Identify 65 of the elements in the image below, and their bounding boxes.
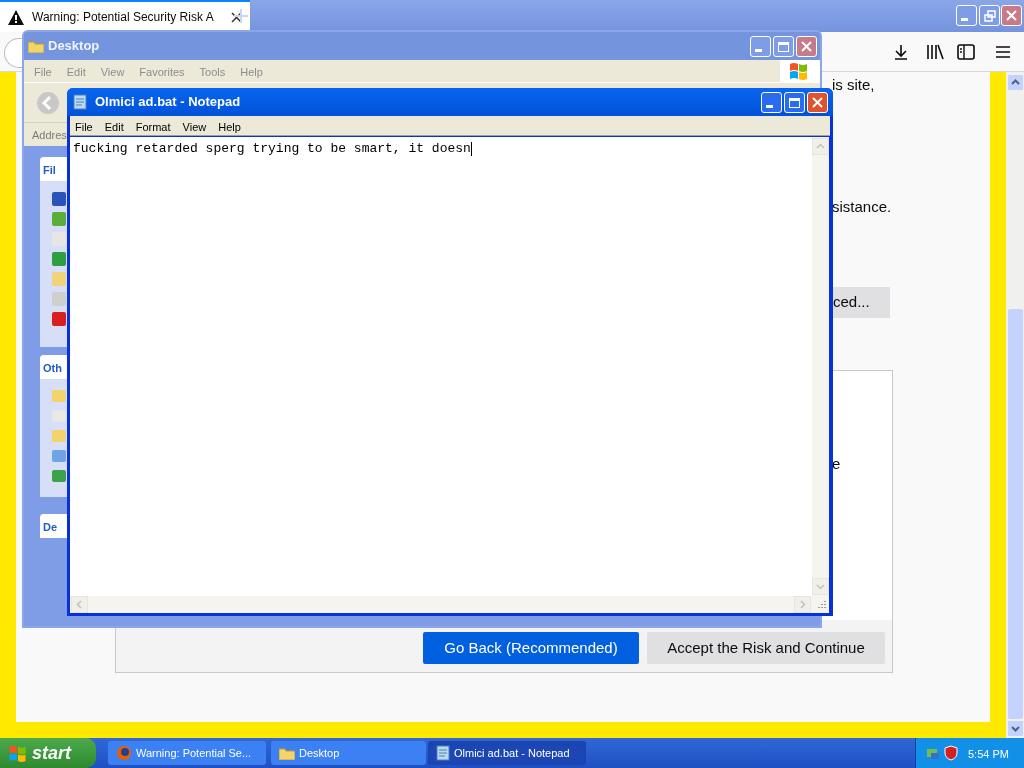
menu-item[interactable]: View <box>182 119 207 136</box>
scroll-up-icon[interactable] <box>1007 75 1023 90</box>
close-icon[interactable] <box>231 11 242 23</box>
page-button[interactable]: Go Back (Recommended) <box>423 632 639 664</box>
task-icon[interactable] <box>52 212 66 226</box>
flag-icon <box>8 744 28 762</box>
sidebar-icon[interactable] <box>957 44 975 60</box>
warning-icon <box>8 9 24 25</box>
menu-item[interactable]: Edit <box>104 119 124 136</box>
place-icon[interactable] <box>52 450 66 462</box>
library-icon[interactable] <box>926 44 944 60</box>
maximize-button[interactable] <box>773 36 794 57</box>
maximize-button[interactable] <box>784 92 805 113</box>
notepad-icon <box>73 94 87 110</box>
address-label: Addres <box>32 128 67 143</box>
browser-tab[interactable]: Warning: Potential Security Risk A <box>0 0 250 32</box>
shield-icon[interactable] <box>944 745 958 761</box>
menu-icon[interactable] <box>995 45 1011 59</box>
download-icon[interactable] <box>893 44 909 60</box>
close-icon <box>1006 10 1017 21</box>
close-button[interactable] <box>1001 5 1022 26</box>
taskbar-button[interactable]: Desktop <box>271 741 426 765</box>
page-button[interactable]: Accept the Risk and Continue <box>647 632 885 664</box>
page-text: is site, <box>832 75 875 95</box>
close-icon <box>812 97 823 108</box>
menu-item[interactable]: Format <box>135 119 171 136</box>
panel-heading[interactable]: Fil <box>40 157 67 181</box>
resize-grip-icon[interactable] <box>815 599 827 611</box>
document-text: fucking retarded sperg trying to be smart, it doesn <box>73 141 471 156</box>
taskbar-button[interactable]: Olmici ad.bat - Notepad <box>428 741 586 765</box>
task-icon[interactable] <box>52 312 66 326</box>
page-text: sistance. <box>832 197 892 217</box>
minimize-button[interactable] <box>956 5 977 26</box>
scroll-right-icon[interactable] <box>794 596 811 613</box>
task-icon[interactable] <box>52 252 66 266</box>
task-icon[interactable] <box>52 192 66 206</box>
restore-icon <box>983 9 996 22</box>
start-button[interactable]: start <box>0 738 96 768</box>
window-title: Olmici ad.bat - Notepad <box>95 93 241 112</box>
plus-icon[interactable] <box>233 8 249 24</box>
text-area[interactable]: fucking retarded sperg trying to be smart, it doesn <box>70 137 812 596</box>
clock: 5:54 PM <box>968 747 1009 762</box>
menu-item[interactable]: File <box>75 119 93 136</box>
tab-title: Warning: Potential Security Risk A <box>32 9 214 26</box>
taskbar-button[interactable]: Warning: Potential Se... <box>108 741 266 765</box>
notepad-icon <box>436 745 450 761</box>
scroll-left-icon[interactable] <box>71 596 88 613</box>
scrollbar-thumb[interactable] <box>1007 309 1023 719</box>
restore-button[interactable] <box>979 5 1000 26</box>
close-icon <box>801 41 812 52</box>
minimize-button[interactable] <box>750 36 771 57</box>
folder-icon <box>279 746 295 760</box>
close-button[interactable] <box>807 92 828 113</box>
minimize-button[interactable] <box>761 92 782 113</box>
menu-item[interactable]: Help <box>218 119 241 136</box>
flag-icon <box>789 61 809 80</box>
panel-heading[interactable]: De <box>40 514 67 538</box>
close-button[interactable] <box>796 36 817 57</box>
window-title: Desktop <box>48 37 100 56</box>
panel-heading[interactable]: Oth <box>40 355 67 379</box>
panel-text: e <box>832 454 841 474</box>
advanced-button[interactable]: ced... <box>833 287 890 318</box>
place-icon[interactable] <box>52 470 66 482</box>
folder-icon <box>28 39 44 53</box>
scroll-down-icon[interactable] <box>1007 721 1023 736</box>
